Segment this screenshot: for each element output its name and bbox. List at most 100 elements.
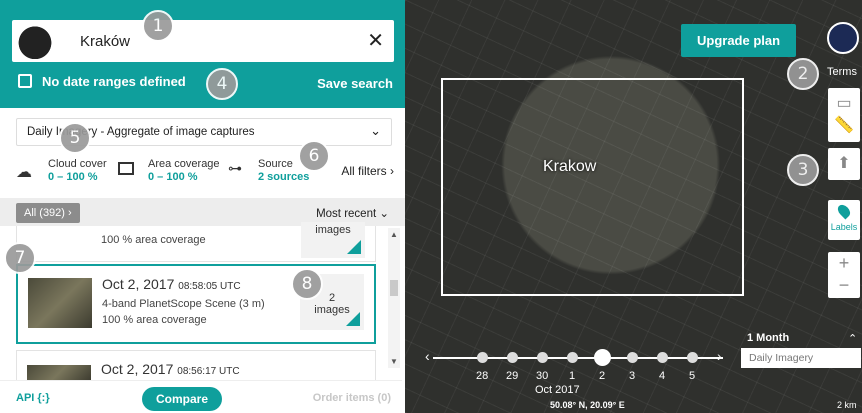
item-time: 08:56:17 UTC <box>177 366 240 377</box>
scroll-down-icon[interactable]: ▼ <box>390 357 398 366</box>
item-time: 08:58:05 UTC <box>178 281 241 292</box>
compare-button[interactable]: Compare <box>142 387 223 411</box>
item-date: Oct 2, 2017 08:56:17 UTC <box>101 361 240 377</box>
annotation-badge-3: 3 <box>787 154 819 186</box>
area-icon <box>118 162 134 175</box>
timeline[interactable]: ‹ › 28 29 30 1 2 3 4 5 Oct 2017 <box>425 348 755 400</box>
list-item[interactable]: Oct 2, 2017 08:56:17 UTC <box>16 350 376 381</box>
list-scrollbar[interactable]: ▲ ▼ <box>388 228 400 368</box>
scrollbar-thumb[interactable] <box>390 280 398 296</box>
item-date-text: Oct 2, 2017 <box>102 276 175 292</box>
area-of-interest[interactable] <box>441 78 744 296</box>
chevron-down-icon: ⌄ <box>370 123 381 138</box>
pin-icon <box>835 202 853 220</box>
timeline-month-label: Oct 2017 <box>535 384 580 396</box>
sort-select[interactable]: Most recent ⌄ <box>316 206 389 220</box>
location-input[interactable]: Kraków <box>80 33 130 50</box>
annotation-badge-7: 7 <box>4 242 36 274</box>
timeline-day[interactable] <box>627 352 638 363</box>
zoom-in-icon[interactable]: + <box>828 252 860 274</box>
timeline-day-label: 2 <box>599 370 606 382</box>
calendar-icon <box>18 74 32 88</box>
annotation-badge-2: 2 <box>787 58 819 90</box>
item-count-number: 2 <box>328 292 336 304</box>
date-range[interactable]: No date ranges defined <box>18 74 186 89</box>
list-item[interactable]: 100 % area coverage images <box>16 222 376 262</box>
item-count: images <box>301 222 365 258</box>
measure-icon[interactable]: 📏 <box>828 110 860 142</box>
timeline-day-label: 3 <box>629 370 636 382</box>
lock-icon <box>347 240 361 254</box>
item-date-text: Oct 2, 2017 <box>101 361 174 377</box>
labels-text: Labels <box>830 222 858 232</box>
all-filters-button[interactable]: All filters › <box>341 164 394 178</box>
item-thumbnail <box>27 365 91 381</box>
location-search[interactable]: Kraków ✕ <box>12 20 394 62</box>
filter-row: ☁ Cloud cover 0 – 100 % Area coverage 0 … <box>16 158 394 184</box>
item-count-label: images <box>315 224 351 236</box>
cloud-icon: ☁ <box>16 164 32 181</box>
order-items-button[interactable]: Order items (0) <box>313 392 391 404</box>
all-filters-label: All filters <box>341 164 387 178</box>
timeline-day-label: 1 <box>569 370 576 382</box>
list-item-selected[interactable]: Oct 2, 2017 08:58:05 UTC 4-band PlanetSc… <box>16 264 376 344</box>
annotation-badge-1: 1 <box>142 10 174 42</box>
upload-icon[interactable]: ⬆ <box>828 148 860 180</box>
timeline-day-label: 4 <box>659 370 666 382</box>
timeline-range[interactable]: 1 Month <box>747 332 789 344</box>
timeline-next-icon[interactable]: › <box>717 348 722 364</box>
item-coverage: 100 % area coverage <box>102 314 207 326</box>
timeline-day[interactable] <box>687 352 698 363</box>
area-coverage-value: 0 – 100 % <box>148 171 198 183</box>
chevron-up-icon[interactable]: ⌃ <box>848 332 857 345</box>
avatar[interactable] <box>827 22 859 54</box>
close-icon[interactable]: ✕ <box>367 28 384 53</box>
item-count-label: images <box>314 304 350 316</box>
api-link[interactable]: API {:} <box>16 392 50 404</box>
panel-footer: API {:} Compare Order items (0) <box>0 380 405 413</box>
timeline-day[interactable] <box>657 352 668 363</box>
imagery-type-select[interactable]: Daily Imagery <box>741 348 861 368</box>
timeline-day-label: 28 <box>476 370 489 382</box>
timeline-day[interactable] <box>507 352 518 363</box>
timeline-day[interactable] <box>567 352 578 363</box>
zoom-control[interactable]: + − <box>828 252 860 298</box>
item-date: Oct 2, 2017 08:58:05 UTC <box>102 276 241 292</box>
item-description: 4-band PlanetScope Scene (3 m) <box>102 298 265 310</box>
timeline-day[interactable] <box>477 352 488 363</box>
area-coverage-label: Area coverage <box>148 158 220 170</box>
timeline-day-selected[interactable] <box>594 349 611 366</box>
zoom-out-icon[interactable]: − <box>828 274 860 296</box>
terms-link[interactable]: Terms <box>827 66 857 78</box>
scroll-up-icon[interactable]: ▲ <box>390 230 398 239</box>
item-coverage: 100 % area coverage <box>101 234 206 246</box>
cloud-cover-label: Cloud cover <box>48 158 107 170</box>
coordinates-readout: 50.08° N, 20.09° E <box>550 400 625 410</box>
timeline-prev-icon[interactable]: ‹ <box>425 348 430 364</box>
search-panel: Kraków ✕ No date ranges defined Save sea… <box>0 0 405 413</box>
timeline-day-label: 29 <box>506 370 519 382</box>
annotation-badge-8: 8 <box>291 268 323 300</box>
sort-label: Most recent <box>316 208 377 220</box>
source-value: 2 sources <box>258 171 310 183</box>
all-results-button[interactable]: All (392) › <box>16 203 80 223</box>
scale-bar: 2 km <box>837 400 857 410</box>
item-thumbnail <box>28 278 92 328</box>
annotation-badge-6: 6 <box>298 140 330 172</box>
date-range-label: No date ranges defined <box>42 74 186 89</box>
timeline-day-label: 5 <box>689 370 696 382</box>
annotation-badge-4: 4 <box>206 68 238 100</box>
timeline-day[interactable] <box>537 352 548 363</box>
search-header: Kraków ✕ No date ranges defined Save sea… <box>0 0 405 108</box>
satellite-icon: ⊶ <box>228 160 242 176</box>
all-results-label: All (392) <box>24 207 65 219</box>
cloud-cover-value: 0 – 100 % <box>48 171 98 183</box>
save-search-button[interactable]: Save search <box>317 76 393 91</box>
timeline-day-label: 30 <box>536 370 549 382</box>
labels-toggle[interactable]: Labels <box>828 200 860 240</box>
location-thumbnail <box>15 23 65 59</box>
annotation-badge-5: 5 <box>59 122 91 154</box>
city-label: Krakow <box>543 158 597 175</box>
upgrade-plan-button[interactable]: Upgrade plan <box>681 24 797 57</box>
lock-icon <box>346 312 360 326</box>
